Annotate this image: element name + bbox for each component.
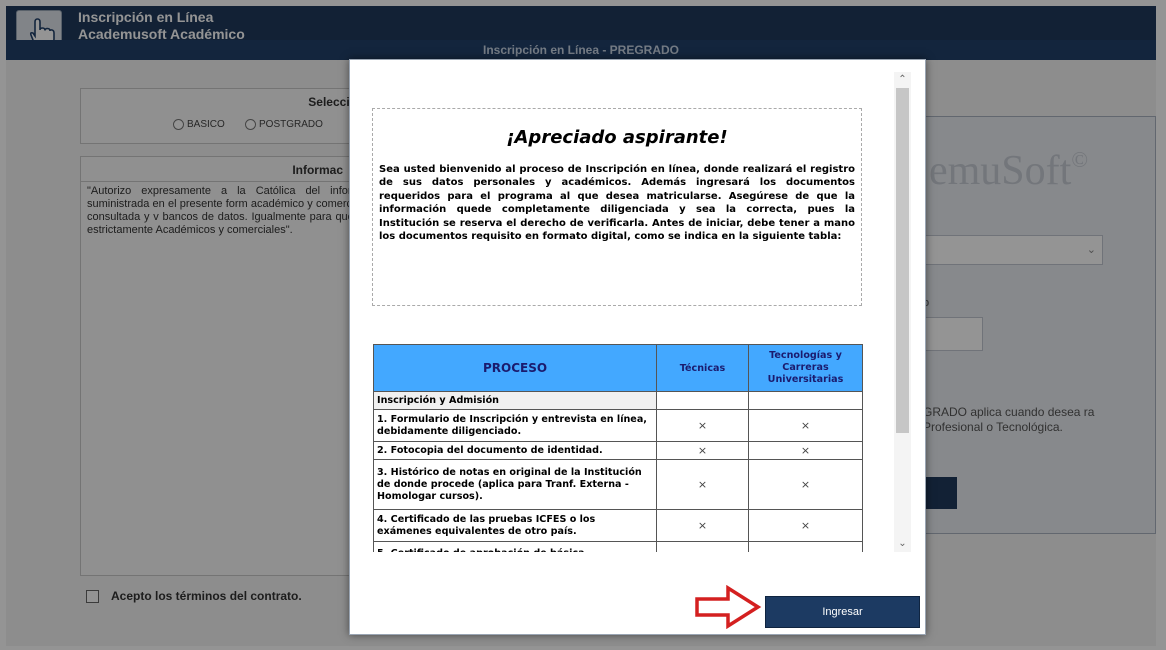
row-proceso: 4. Certificado de las pruebas ICFES o lo… [373, 509, 657, 542]
row-tecnicas-mark: × [656, 459, 749, 510]
right-arrow-icon [695, 585, 762, 629]
row-tecnicas-mark [656, 541, 749, 552]
table-cell [656, 391, 749, 410]
requirements-table: PROCESO Técnicas Tecnologías y Carreras … [373, 344, 863, 552]
table-row: 2. Fotocopia del documento de identidad.… [373, 441, 863, 460]
welcome-modal: ¡Apreciado aspirante! Sea usted bienveni… [349, 59, 926, 635]
welcome-title: ¡Apreciado aspirante! [506, 127, 728, 148]
column-header-proceso: PROCESO [373, 344, 657, 392]
section-label: Inscripción y Admisión [373, 391, 657, 410]
modal-content: ¡Apreciado aspirante! Sea usted bienveni… [364, 72, 913, 552]
table-section-row: Inscripción y Admisión [373, 391, 863, 410]
table-row: 3. Histórico de notas en original de la … [373, 459, 863, 510]
row-tecnicas-mark: × [656, 409, 749, 442]
column-header-tecnicas: Técnicas [656, 344, 749, 392]
table-cell [748, 391, 863, 410]
table-row: 1. Formulario de Inscripción y entrevist… [373, 409, 863, 442]
row-tecnicas-mark: × [656, 509, 749, 542]
row-tecnologias-mark: × [748, 409, 863, 442]
welcome-text: Sea usted bienvenido al proceso de Inscr… [379, 164, 855, 243]
chevron-up-icon[interactable]: ⌃ [894, 72, 911, 88]
table-row: 5. Certificado de aprobación de básica [373, 541, 863, 552]
row-tecnologias-mark [748, 541, 863, 552]
row-proceso: 3. Histórico de notas en original de la … [373, 459, 657, 510]
welcome-box: ¡Apreciado aspirante! Sea usted bienveni… [372, 108, 862, 306]
table-header-row: PROCESO Técnicas Tecnologías y Carreras … [373, 344, 863, 392]
ingresar-button[interactable]: Ingresar [765, 596, 920, 628]
row-tecnologias-mark: × [748, 459, 863, 510]
table-row: 4. Certificado de las pruebas ICFES o lo… [373, 509, 863, 542]
modal-scrollbar[interactable]: ⌃ ⌄ [894, 72, 911, 552]
row-tecnicas-mark: × [656, 441, 749, 460]
row-proceso: 5. Certificado de aprobación de básica [373, 541, 657, 552]
row-proceso: 2. Fotocopia del documento de identidad. [373, 441, 657, 460]
scrollbar-thumb[interactable] [896, 88, 909, 433]
row-tecnologias-mark: × [748, 509, 863, 542]
chevron-down-icon[interactable]: ⌄ [894, 536, 911, 552]
row-proceso: 1. Formulario de Inscripción y entrevist… [373, 409, 657, 442]
column-header-tecnologias: Tecnologías y Carreras Universitarias [748, 344, 863, 392]
row-tecnologias-mark: × [748, 441, 863, 460]
